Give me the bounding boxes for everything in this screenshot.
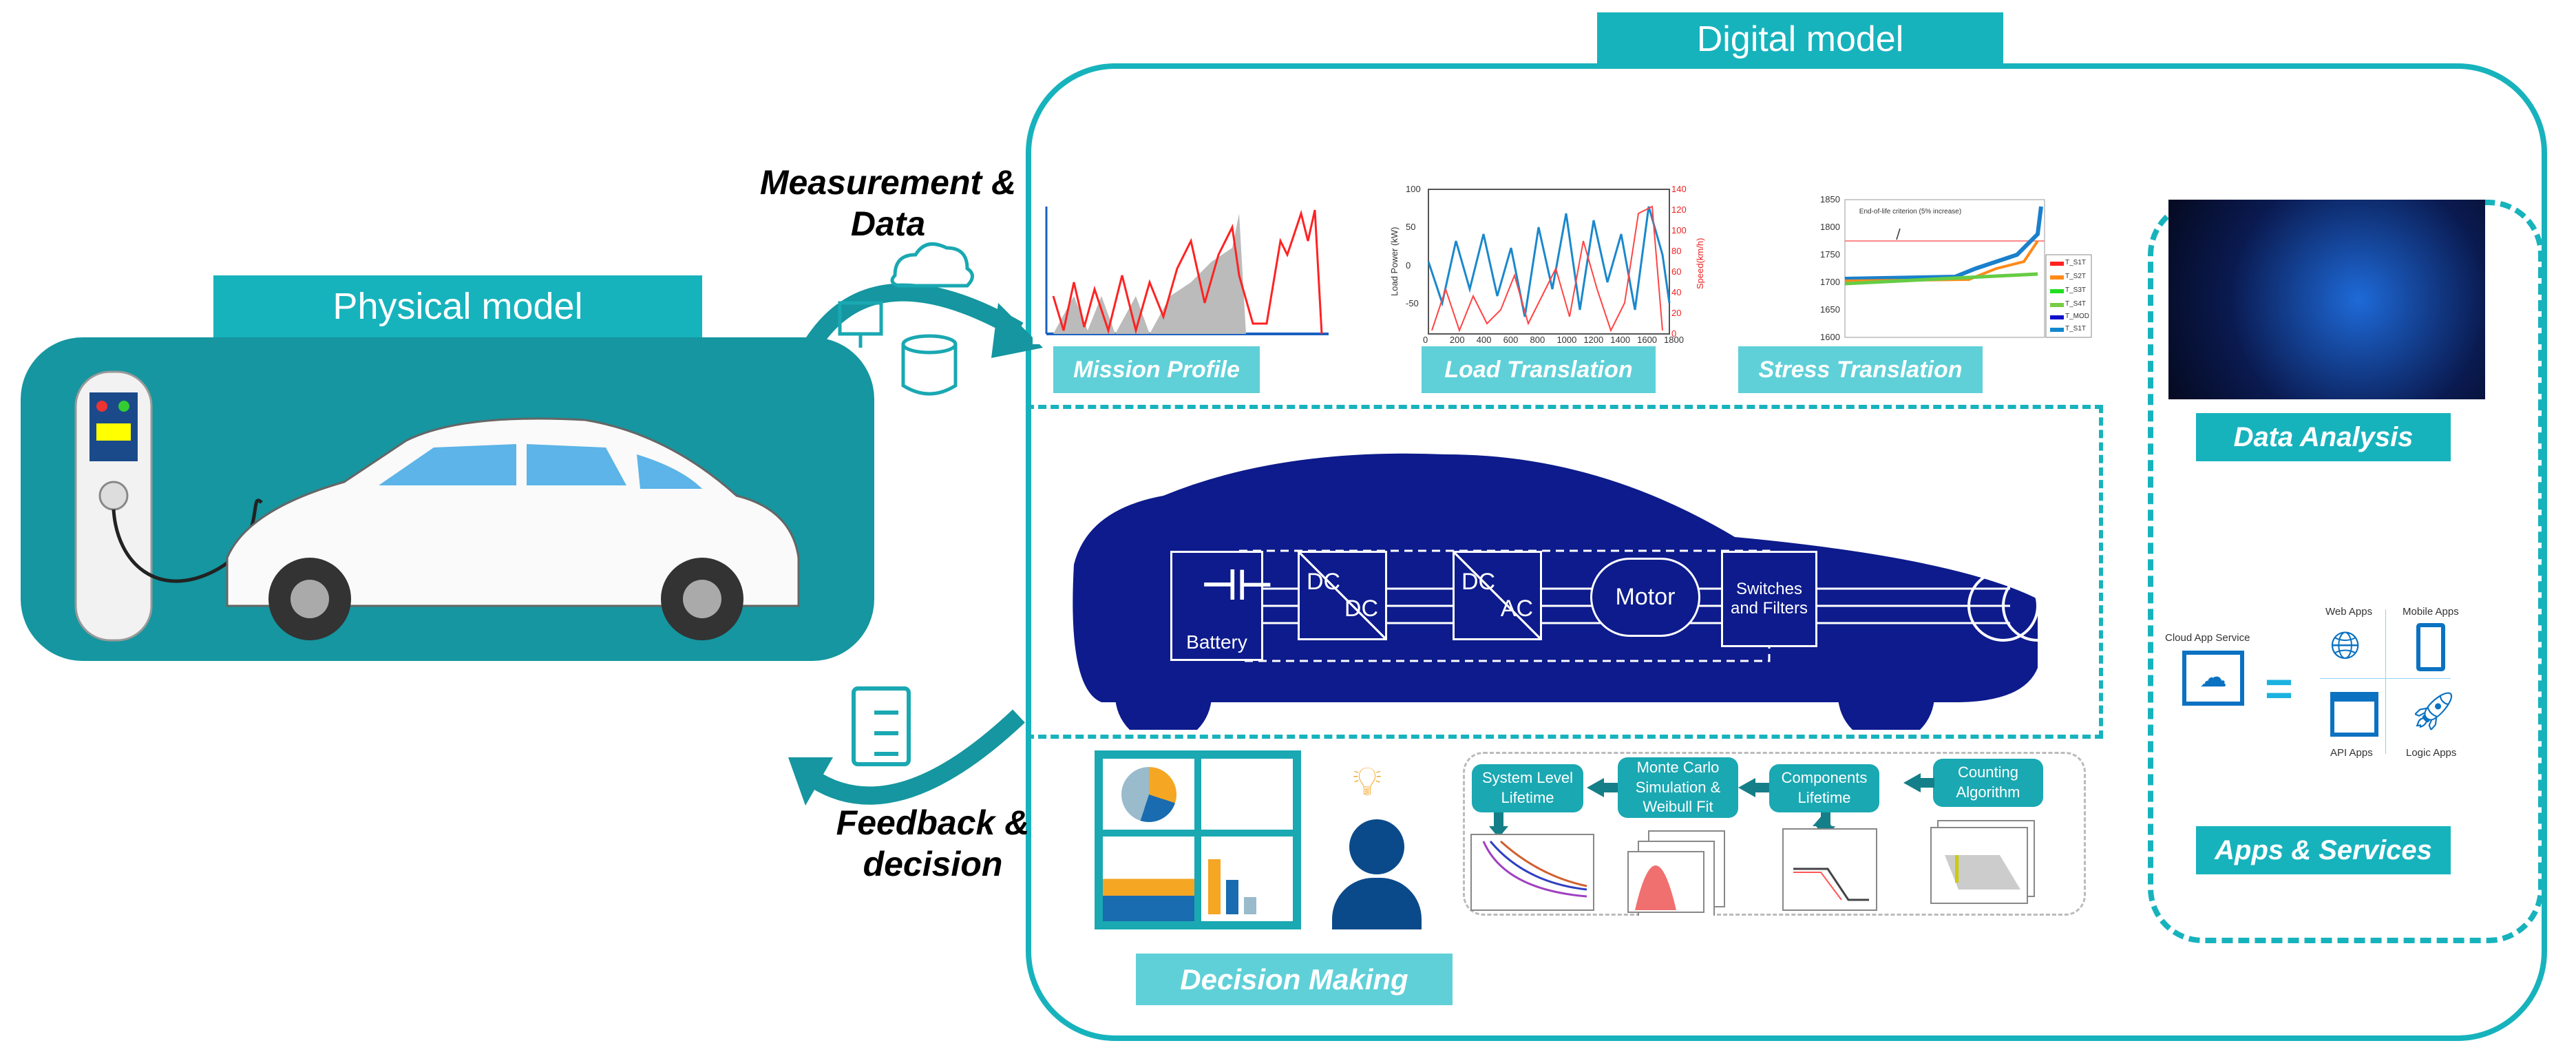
stress-chart-y-tick: 1650 [1820,304,1840,315]
load-chart-x-tick: 800 [1530,335,1545,345]
load-chart-x-tick: 200 [1449,335,1465,345]
stress-chart-annotation: End-of-life criterion (5% increase) [1859,208,1962,215]
dashboard-charts-icon [1095,750,1301,929]
person-icon [1332,819,1422,929]
lifetime-flow-arrows [1470,773,2035,916]
stress-translation-chart: End-of-life criterion (5% increase) 1850… [1817,193,2093,344]
stress-legend-label: T_S4T [2065,300,2087,308]
load-chart-x-tick: 1600 [1637,335,1658,345]
load-chart-y2-tick: 40 [1671,287,1682,297]
load-chart-y2-tick: 140 [1671,184,1687,194]
load-chart-y2-tick: 100 [1671,225,1687,235]
stress-chart-y-tick: 1800 [1820,222,1840,232]
physical-model-title: Physical model [213,275,702,337]
stress-chart-y-tick: 1750 [1820,249,1840,260]
mission-profile-chart [1033,200,1335,344]
load-translation-label: Load Translation [1422,346,1656,393]
cloud-app-service-icon: ☁ [2182,651,2244,706]
digital-model-title: Digital model [1597,12,2003,66]
api-apps-icon [2330,692,2378,737]
ev-charging-illustration [74,370,800,642]
load-chart-x-tick: 1400 [1610,335,1631,345]
data-analysis-label: Data Analysis [2196,413,2451,461]
mobile-apps-phone-icon [2416,623,2445,671]
load-chart-x-tick: 1200 [1583,335,1604,345]
battery-icon: ⊣⊢ [1201,562,1274,608]
stress-legend-label: T_S1T [2065,259,2087,266]
flow-arrows [788,242,1043,806]
load-chart-y-tick: 100 [1406,184,1421,194]
cloud-computer-icon [838,242,974,396]
battery-label: Battery [1186,631,1247,653]
load-chart-x-tick: 600 [1503,335,1519,345]
web-apps-globe-icon: 🌐︎ [2330,624,2361,666]
load-chart-y-tick: 0 [1406,260,1411,271]
clipboard-checklist-icon [852,686,911,766]
mission-profile-label: Mission Profile [1053,346,1260,393]
load-chart-x-tick: 0 [1423,335,1428,345]
lightbulb-icon: 💡︎ [1353,758,1382,804]
load-chart-y2-tick: 120 [1671,204,1687,215]
load-chart-y2-tick: 0 [1671,328,1677,339]
load-chart-y2-tick: 80 [1671,246,1682,256]
cloud-app-service-label: Cloud App Service [2165,632,2250,644]
load-chart-y2label: Speed(km/h) [1695,238,1705,289]
logic-apps-rocket-icon: 🚀︎ [2409,689,2458,732]
api-apps-label: API Apps [2330,747,2373,759]
load-chart-x-tick: 1000 [1556,335,1577,345]
stress-legend-label: T_S2T [2065,273,2087,280]
stress-legend-label: T_S1T [2065,325,2087,333]
motor-block: Motor [1590,558,1700,637]
stress-chart-y-tick: 1850 [1820,194,1840,204]
physical-model-box [21,337,874,661]
dcac-inverter-block: DC AC [1453,551,1542,640]
load-chart-x-tick: 400 [1476,335,1492,345]
stress-legend-label: T_S3T [2065,286,2087,294]
load-chart-y-tick: 50 [1406,222,1416,233]
web-apps-label: Web Apps [2325,606,2373,618]
mobile-apps-label: Mobile Apps [2403,606,2459,618]
data-analysis-image [2168,200,2485,399]
load-chart-y2-tick: 60 [1671,266,1682,277]
logic-apps-label: Logic Apps [2406,747,2457,759]
load-chart-y2-tick: 20 [1671,308,1682,318]
load-chart-ylabel: Load Power (kW) [1389,227,1400,296]
load-translation-chart: Load Power (kW) Speed(km/h) 100 50 0 -50 0 20… [1389,184,1705,345]
stress-translation-label: Stress Translation [1738,346,1983,393]
load-chart-y-tick: -50 [1406,297,1419,308]
decision-making-label: Decision Making [1136,954,1453,1005]
equals-icon: = [2265,662,2293,715]
measurement-data-label: Measurement & Data [759,163,1017,243]
switches-filters-block: Switches and Filters [1721,551,1817,647]
stress-chart-y-tick: 1700 [1820,277,1840,287]
stress-chart-y-tick: 1600 [1820,332,1840,342]
apps-services-label: Apps & Services [2196,826,2451,874]
dcdc-converter-block: DC DC [1298,551,1387,640]
stress-legend-label: T_MOD [2065,313,2089,320]
